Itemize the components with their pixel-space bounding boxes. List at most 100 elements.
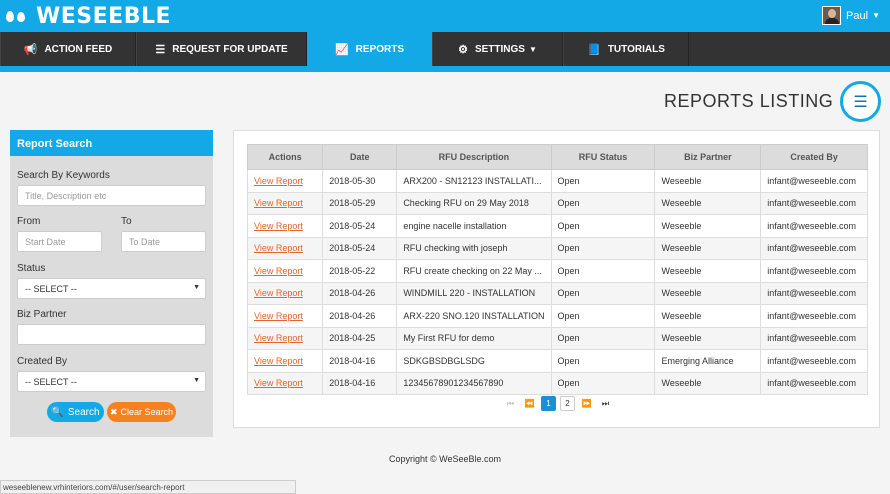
last-page-icon[interactable]: ⏭ <box>598 396 613 411</box>
caret-down-icon: ▼ <box>528 44 537 54</box>
nav-item-action-feed[interactable]: 📢 ACTION FEED <box>0 32 136 66</box>
cell-created-by: infant@weseeble.com <box>760 349 868 373</box>
gear-icon: ⚙ <box>458 43 468 56</box>
cell-action: View Report <box>246 169 324 193</box>
table-row: View Report 2018-05-22 RFU create checking… <box>246 259 868 283</box>
brand-logo[interactable]: WESEEBLE <box>6 4 171 29</box>
cell-date: 2018-04-26 <box>322 281 398 305</box>
cell-description: engine nacelle installation <box>396 214 552 238</box>
cell-partner: Weseeble <box>654 304 762 328</box>
next-page-icon[interactable]: ⏩ <box>579 396 594 411</box>
page-2-button[interactable]: 2 <box>560 396 575 411</box>
view-report-link[interactable]: View Report <box>254 266 303 276</box>
cell-partner: Weseeble <box>654 236 762 260</box>
view-report-link[interactable]: View Report <box>254 311 303 321</box>
cell-date: 2018-04-16 <box>322 349 398 373</box>
cell-status: Open <box>550 349 656 373</box>
view-report-link[interactable]: View Report <box>254 378 303 388</box>
page-1-button[interactable]: 1 <box>541 396 556 411</box>
to-date-input[interactable]: To Date <box>121 231 206 252</box>
user-menu[interactable]: Paul ▼ <box>822 6 880 25</box>
close-icon: ✖ <box>109 406 118 417</box>
pagination: ⏮ ⏪ 1 2 ⏩ ⏭ <box>503 396 617 411</box>
view-report-link[interactable]: View Report <box>254 176 303 186</box>
cell-created-by: infant@weseeble.com <box>760 281 868 305</box>
table-row: View Report 2018-05-29 Checking RFU on 29 … <box>246 191 868 215</box>
cell-action: View Report <box>246 259 324 283</box>
biz-partner-label: Biz Partner <box>17 309 67 320</box>
chevron-down-icon: ▼ <box>193 377 200 384</box>
cell-partner: Weseeble <box>654 169 762 193</box>
cell-date: 2018-04-25 <box>322 326 398 350</box>
start-date-input[interactable]: Start Date <box>17 231 102 252</box>
view-report-link[interactable]: View Report <box>254 198 303 208</box>
megaphone-icon: 📢 <box>23 43 38 56</box>
clear-search-button[interactable]: ✖ Clear Search <box>107 402 176 422</box>
cell-action: View Report <box>246 214 324 238</box>
keywords-input[interactable]: Title, Description etc <box>17 185 206 206</box>
clear-search-button-label: Clear Search <box>120 407 174 417</box>
view-report-link[interactable]: View Report <box>254 243 303 253</box>
table-header-row: Actions Date RFU Description RFU Status … <box>246 144 868 170</box>
page-title: REPORTS LISTING <box>664 91 834 111</box>
cell-description: RFU checking with joseph <box>396 236 552 260</box>
list-view-button[interactable]: ☰ <box>840 81 881 122</box>
caret-down-icon: ▼ <box>872 11 880 20</box>
cell-partner: Weseeble <box>654 191 762 215</box>
biz-partner-input[interactable] <box>17 324 206 345</box>
cell-description: Checking RFU on 29 May 2018 <box>396 191 552 215</box>
to-label: To <box>121 216 132 227</box>
first-page-icon[interactable]: ⏮ <box>503 396 518 411</box>
nav-item-label: REPORTS <box>355 43 405 55</box>
table-row: View Report 2018-04-16 1234567890123456789… <box>246 371 868 395</box>
nav-item-settings[interactable]: ⚙ SETTINGS ▼ <box>432 32 563 66</box>
prev-page-icon[interactable]: ⏪ <box>522 396 537 411</box>
created-by-select[interactable]: -- SELECT -- ▼ <box>17 371 206 392</box>
cell-status: Open <box>550 371 656 395</box>
cell-status: Open <box>550 304 656 328</box>
cell-partner: Emerging Alliance <box>654 349 762 373</box>
cell-date: 2018-04-26 <box>322 304 398 328</box>
search-panel-header: Report Search <box>10 130 213 156</box>
footer-copyright: Copyright © WeSeeBle.com <box>388 454 501 464</box>
cell-date: 2018-05-24 <box>322 236 398 260</box>
view-report-link[interactable]: View Report <box>254 288 303 298</box>
cell-created-by: infant@weseeble.com <box>760 236 868 260</box>
top-bar: WESEEBLE Paul ▼ <box>0 0 890 32</box>
column-header[interactable]: RFU Description <box>396 144 552 170</box>
nav-item-request-for-update[interactable]: ☰ REQUEST FOR UPDATE <box>136 32 307 66</box>
cell-partner: Weseeble <box>654 214 762 238</box>
avatar <box>822 6 842 25</box>
column-header[interactable]: Date <box>322 144 398 170</box>
table-row: View Report 2018-05-24 engine nacelle inst… <box>246 214 868 238</box>
keywords-label: Search By Keywords <box>17 170 110 181</box>
cell-created-by: infant@weseeble.com <box>760 191 868 215</box>
cell-action: View Report <box>246 281 324 305</box>
book-icon: 📘 <box>587 43 601 56</box>
status-select[interactable]: -- SELECT -- ▼ <box>17 278 206 299</box>
cell-status: Open <box>550 214 656 238</box>
nav-item-reports[interactable]: 📈 REPORTS <box>307 32 432 66</box>
cell-description: RFU create checking on 22 May ... <box>396 259 552 283</box>
report-search-panel: Report Search Search By Keywords Title, … <box>10 130 213 437</box>
search-button[interactable]: 🔍 Search <box>47 402 104 422</box>
view-report-link[interactable]: View Report <box>254 356 303 366</box>
column-header[interactable]: RFU Status <box>550 144 656 170</box>
cell-action: View Report <box>246 191 324 215</box>
cell-partner: Weseeble <box>654 326 762 350</box>
results-panel: Actions Date RFU Description RFU Status … <box>233 130 880 428</box>
main-nav: 📢 ACTION FEED ☰ REQUEST FOR UPDATE 📈 REP… <box>0 32 890 66</box>
cell-status: Open <box>550 259 656 283</box>
status-label: Status <box>17 263 46 274</box>
column-header[interactable]: Biz Partner <box>654 144 762 170</box>
view-report-link[interactable]: View Report <box>254 333 303 343</box>
table-row: View Report 2018-04-25 My First RFU for de… <box>246 326 868 350</box>
view-report-link[interactable]: View Report <box>254 221 303 231</box>
cell-description: 12345678901234567890 <box>396 371 552 395</box>
created-by-select-value: -- SELECT -- <box>25 377 77 387</box>
nav-item-label: ACTION FEED <box>44 43 113 55</box>
nav-item-tutorials[interactable]: 📘 TUTORIALS <box>563 32 689 66</box>
column-header[interactable]: Created By <box>760 144 868 170</box>
search-icon: 🔍 <box>51 406 64 418</box>
column-header[interactable]: Actions <box>246 144 324 170</box>
